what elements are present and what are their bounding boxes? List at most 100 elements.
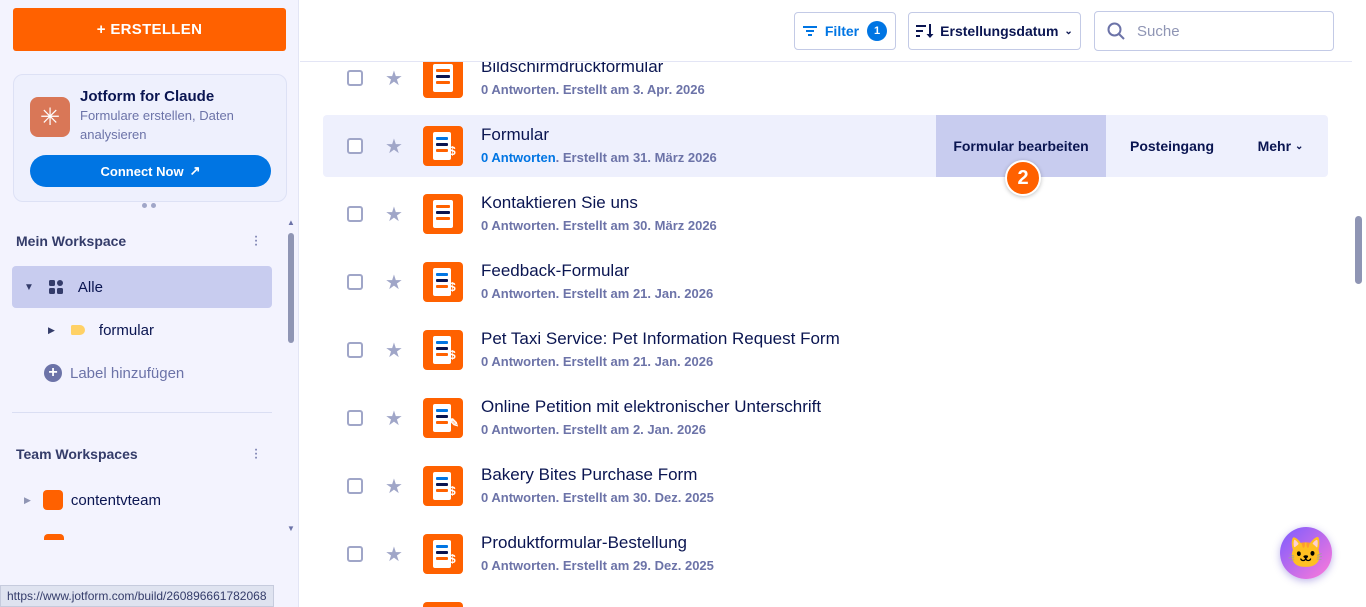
status-url: https://www.jotform.com/build/2608966617…: [0, 585, 274, 607]
connect-now-button[interactable]: Connect Now ↗: [30, 155, 271, 187]
payment-form-icon: $: [423, 262, 463, 302]
payment-form-icon: $: [423, 534, 463, 574]
label-tag-icon: [70, 325, 85, 335]
form-row[interactable]: ★ $ Produktformular-Bestellung 0 Antwort…: [323, 523, 1328, 585]
form-name[interactable]: Formular: [481, 125, 549, 145]
grid-icon: [48, 280, 63, 294]
my-workspace-title: Mein Workspace: [16, 233, 127, 249]
promo-subtitle: Formulare erstellen, Daten analysieren: [80, 108, 234, 142]
add-label-text: Label hinzufügen: [70, 364, 185, 382]
caret-down-icon: ▼: [24, 281, 34, 293]
star-icon[interactable]: ★: [385, 542, 403, 567]
sidebar-divider: [12, 412, 272, 413]
step-badge: 2: [1005, 160, 1041, 196]
team-item-partial: [44, 534, 64, 540]
chevron-down-icon: ⌄: [1295, 140, 1304, 152]
team-workspaces-menu-icon[interactable]: · · ·: [252, 442, 260, 466]
form-meta: 0 Antworten. Erstellt am 21. Jan. 2026: [481, 286, 714, 301]
search-icon: [1107, 22, 1125, 40]
add-label-button[interactable]: + Label hinzufügen: [44, 363, 184, 383]
form-meta: 0 Antworten. Erstellt am 29. Dez. 2025: [481, 558, 714, 573]
main-scrollbar[interactable]: [1352, 0, 1366, 607]
sidebar-item-all[interactable]: ▼ Alle: [12, 266, 272, 308]
row-checkbox[interactable]: [347, 206, 363, 222]
search-placeholder: Suche: [1137, 22, 1180, 40]
caret-right-icon: ▶: [48, 324, 55, 335]
scroll-up-icon[interactable]: ▲: [287, 218, 295, 227]
sidebar-item-team[interactable]: ▶ contentvteam: [24, 490, 161, 510]
more-label: Mehr: [1257, 138, 1292, 154]
plus-circle-icon: +: [44, 364, 62, 382]
chevron-down-icon: ⌄: [1064, 25, 1073, 37]
row-checkbox[interactable]: [347, 70, 363, 86]
row-checkbox[interactable]: [347, 342, 363, 358]
team-label: contentvteam: [70, 491, 161, 509]
signature-form-icon: ✎: [423, 398, 463, 438]
form-icon: [423, 62, 463, 98]
star-icon[interactable]: ★: [385, 66, 403, 91]
row-checkbox[interactable]: [347, 546, 363, 562]
team-avatar-icon: [42, 490, 63, 510]
form-meta: 0 Antworten. Erstellt am 30. Dez. 2025: [481, 490, 714, 505]
row-checkbox[interactable]: [347, 410, 363, 426]
form-name[interactable]: Kontaktieren Sie uns: [481, 193, 638, 213]
star-icon[interactable]: ★: [385, 406, 403, 431]
search-input[interactable]: Suche: [1094, 11, 1334, 51]
answers-link[interactable]: 0 Antworten: [481, 150, 556, 165]
form-icon-partial: [423, 602, 463, 607]
form-row-active[interactable]: ★ $ Formular 0 Antworten. Erstellt am 31…: [323, 115, 1328, 177]
my-workspace-menu-icon[interactable]: · · ·: [252, 229, 260, 253]
create-button[interactable]: + ERSTELLEN: [13, 8, 286, 51]
main-scroll-thumb[interactable]: [1355, 216, 1362, 284]
form-name[interactable]: Bakery Bites Purchase Form: [481, 465, 697, 485]
connect-now-label: Connect Now: [100, 163, 184, 179]
form-row[interactable]: ★ Kontaktieren Sie uns 0 Antworten. Erst…: [323, 183, 1328, 245]
form-icon: [423, 194, 463, 234]
form-meta: 0 Antworten. Erstellt am 30. März 2026: [481, 218, 717, 233]
form-row[interactable]: ★ $ Pet Taxi Service: Pet Information Re…: [323, 319, 1328, 381]
form-name[interactable]: Produktformular-Bestellung: [481, 533, 687, 553]
ai-assistant-avatar-icon[interactable]: 🐱: [1280, 527, 1332, 579]
promo-title: Jotform for Claude: [80, 88, 215, 105]
scroll-down-icon[interactable]: ▼: [287, 524, 295, 533]
star-icon[interactable]: ★: [385, 270, 403, 295]
sidebar: + ERSTELLEN ✳ Jotform for Claude Formula…: [0, 0, 299, 607]
filter-button[interactable]: Filter 1: [794, 12, 896, 50]
form-row[interactable]: ★ Bildschirmdruckformular 0 Antworten. E…: [323, 62, 1328, 109]
folder-label: formular: [98, 321, 154, 339]
payment-form-icon: $: [423, 126, 463, 166]
form-name[interactable]: Feedback-Formular: [481, 261, 629, 281]
form-meta: 0 Antworten. Erstellt am 31. März 2026: [481, 150, 717, 165]
inbox-button[interactable]: Posteingang: [1108, 115, 1236, 177]
sort-icon: [916, 24, 934, 38]
team-workspaces-title: Team Workspaces: [16, 446, 138, 462]
star-icon[interactable]: ★: [385, 134, 403, 159]
star-icon[interactable]: ★: [385, 474, 403, 499]
star-icon[interactable]: ★: [385, 338, 403, 363]
form-row[interactable]: ★ $ Feedback-Formular 0 Antworten. Erste…: [323, 251, 1328, 313]
form-row[interactable]: ★ $ Bakery Bites Purchase Form 0 Antwort…: [323, 455, 1328, 517]
claude-promo-card: ✳ Jotform for Claude Formulare erstellen…: [13, 74, 287, 202]
row-checkbox[interactable]: [347, 274, 363, 290]
form-name[interactable]: Pet Taxi Service: Pet Information Reques…: [481, 329, 840, 349]
more-button[interactable]: Mehr ⌄: [1243, 115, 1318, 177]
form-name[interactable]: Online Petition mit elektronischer Unter…: [481, 397, 821, 417]
form-name[interactable]: Bildschirmdruckformular: [481, 62, 663, 77]
form-meta: 0 Antworten. Erstellt am 21. Jan. 2026: [481, 354, 714, 369]
row-checkbox[interactable]: [347, 478, 363, 494]
sort-button[interactable]: Erstellungsdatum ⌄: [908, 12, 1081, 50]
payment-form-icon: $: [423, 330, 463, 370]
claude-logo-icon: ✳: [30, 97, 70, 137]
carousel-dots[interactable]: [142, 203, 156, 208]
sidebar-item-formular-folder[interactable]: ▶ formular: [48, 320, 154, 340]
form-meta: 0 Antworten. Erstellt am 3. Apr. 2026: [481, 82, 705, 97]
sidebar-item-all-label: Alle: [77, 278, 103, 296]
form-list: ★ Bildschirmdruckformular 0 Antworten. E…: [300, 62, 1352, 607]
star-icon[interactable]: ★: [385, 202, 403, 227]
sort-label: Erstellungsdatum: [940, 23, 1059, 39]
external-link-icon: ↗: [189, 163, 201, 178]
row-checkbox[interactable]: [347, 138, 363, 154]
form-row[interactable]: ★ ✎ Online Petition mit elektronischer U…: [323, 387, 1328, 449]
filter-count-badge: 1: [867, 21, 888, 41]
sidebar-scroll-thumb[interactable]: [288, 233, 294, 343]
